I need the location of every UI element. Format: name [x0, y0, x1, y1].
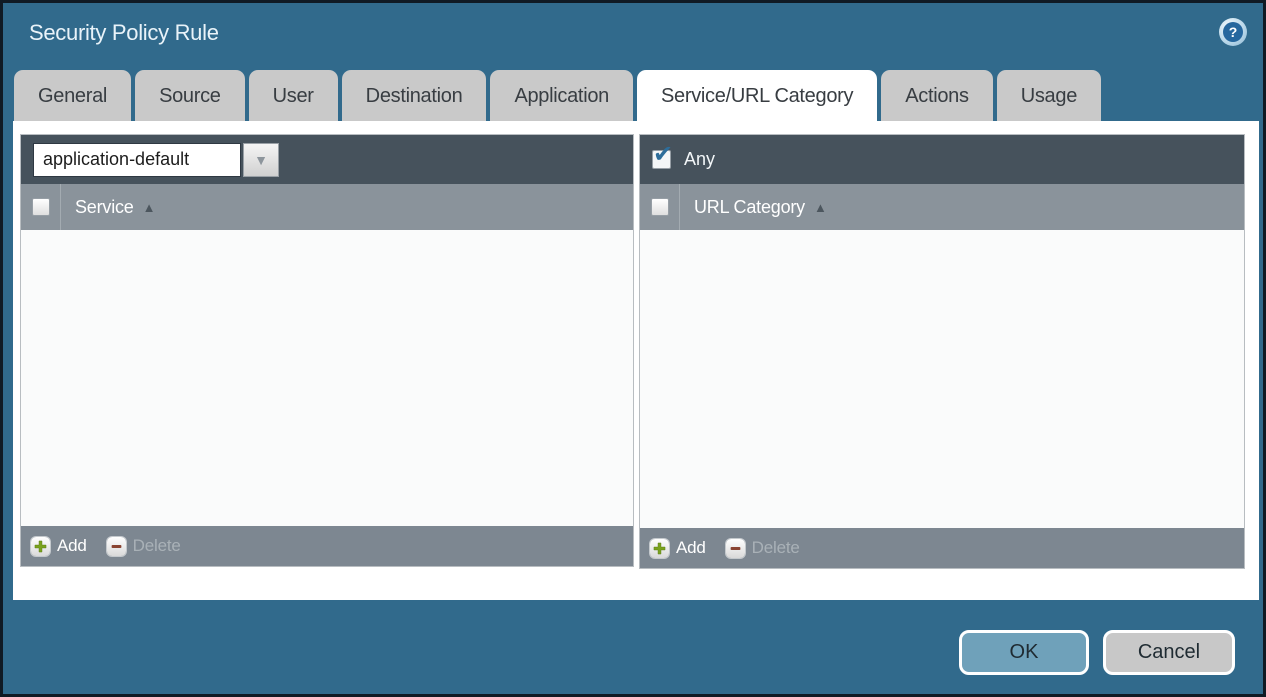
service-table-body[interactable]	[21, 230, 633, 526]
service-add-button[interactable]: Add	[31, 536, 87, 556]
tab-source[interactable]: Source	[135, 70, 245, 121]
any-checkbox[interactable]: ✔	[652, 150, 671, 169]
cancel-button[interactable]: Cancel	[1103, 630, 1235, 675]
ok-button[interactable]: OK	[959, 630, 1089, 675]
tab-content: ▼ Service ▲	[13, 121, 1259, 600]
sort-ascending-icon: ▲	[814, 200, 827, 215]
tab-usage[interactable]: Usage	[997, 70, 1101, 121]
service-delete-button[interactable]: Delete	[107, 536, 181, 556]
url-category-delete-button[interactable]: Delete	[726, 538, 800, 558]
service-select-all-checkbox[interactable]	[32, 198, 50, 216]
service-table-header: Service ▲	[21, 184, 633, 230]
tab-destination[interactable]: Destination	[342, 70, 487, 121]
url-category-footer: Add Delete	[640, 528, 1244, 568]
question-mark-icon: ?	[1223, 22, 1243, 42]
tab-actions[interactable]: Actions	[881, 70, 993, 121]
service-type-dropdown-button[interactable]: ▼	[243, 143, 279, 177]
url-category-add-button[interactable]: Add	[650, 538, 706, 558]
url-category-table-header: URL Category ▲	[640, 184, 1244, 230]
chevron-down-icon: ▼	[254, 152, 268, 168]
dialog-title: Security Policy Rule	[29, 20, 219, 46]
tab-user[interactable]: User	[249, 70, 338, 121]
service-toolbar: ▼	[21, 135, 633, 184]
url-category-table-body[interactable]	[640, 230, 1244, 528]
sort-ascending-icon: ▲	[143, 200, 156, 215]
checkmark-icon: ✔	[653, 143, 673, 167]
delete-icon	[107, 537, 126, 556]
url-category-panel: ✔ Any URL Category ▲	[639, 134, 1245, 569]
service-type-input[interactable]	[33, 143, 241, 177]
service-panel: ▼ Service ▲	[20, 134, 634, 567]
url-category-column-header[interactable]: URL Category ▲	[680, 184, 827, 230]
any-label: Any	[684, 149, 715, 170]
service-footer: Add Delete	[21, 526, 633, 566]
help-icon[interactable]: ?	[1219, 18, 1247, 46]
security-policy-rule-dialog: Security Policy Rule ? General Source Us…	[0, 0, 1266, 697]
add-icon	[31, 537, 50, 556]
service-type-combo: ▼	[33, 143, 279, 177]
url-category-toolbar: ✔ Any	[640, 135, 1244, 184]
tab-general[interactable]: General	[14, 70, 131, 121]
any-row: ✔ Any	[652, 149, 715, 170]
dialog-button-row: OK Cancel	[959, 630, 1235, 675]
tab-application[interactable]: Application	[490, 70, 633, 121]
delete-icon	[726, 539, 745, 558]
service-column-header[interactable]: Service ▲	[61, 184, 155, 230]
tab-service-url-category[interactable]: Service/URL Category	[637, 70, 877, 121]
url-category-select-all-checkbox[interactable]	[651, 198, 669, 216]
add-icon	[650, 539, 669, 558]
tab-bar: General Source User Destination Applicat…	[14, 70, 1101, 121]
